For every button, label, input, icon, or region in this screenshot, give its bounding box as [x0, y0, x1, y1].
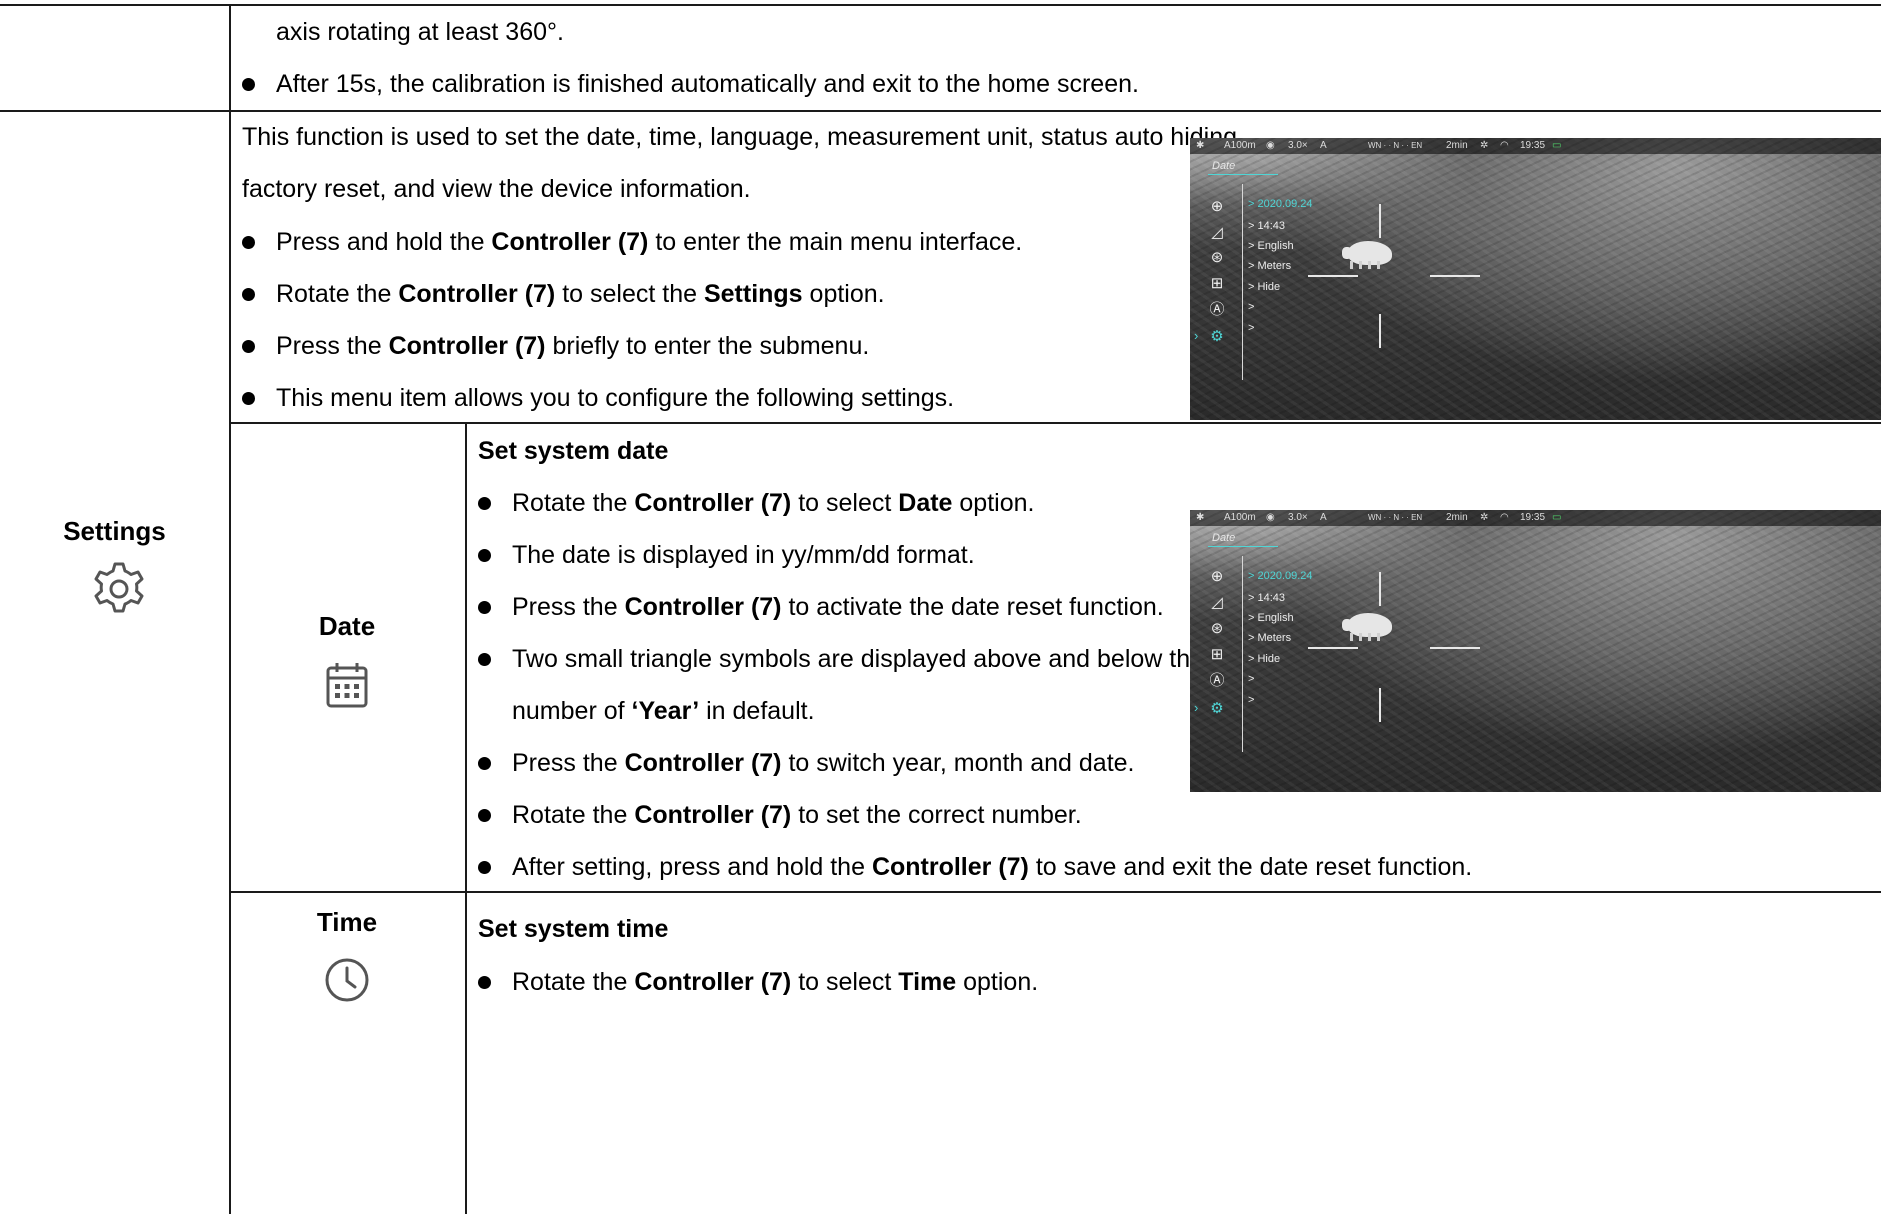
- date-bullet-4-line2: number of ‘Year’ in default.: [512, 697, 815, 725]
- device-screenshot-settings: ✱ A100m ◉ 3.0× A WN · · N · · EN 2min ✲ …: [1190, 138, 1881, 420]
- date-bullet-5: Press the Controller (7) to switch year,…: [512, 749, 1135, 777]
- date-heading: Set system date: [478, 437, 669, 465]
- menu-item-autohide: > Hide: [1248, 281, 1281, 293]
- clock-icon: [323, 956, 371, 1004]
- display-icon: ◿: [1211, 594, 1223, 611]
- menu-item-language: > English: [1248, 240, 1294, 252]
- settings-icon: ⚙: [1210, 328, 1224, 345]
- bullet: [478, 601, 491, 614]
- menu-item-autohide: > Hide: [1248, 653, 1281, 665]
- palette-icon: ⊛: [1210, 620, 1224, 637]
- column-divider: [465, 422, 467, 1214]
- bullet: [242, 392, 255, 405]
- bullet: [242, 340, 255, 353]
- gear-icon: [90, 560, 148, 618]
- date-label: Date: [318, 611, 376, 641]
- settings-bullet-1: Press and hold the Controller (7) to ent…: [276, 228, 1023, 256]
- boar-silhouette: [1342, 241, 1392, 269]
- boar-silhouette: [1342, 613, 1392, 641]
- menu-item-date: > 2020.09.24: [1248, 570, 1313, 582]
- pip-icon: ⊞: [1210, 646, 1224, 663]
- settings-intro-line2: factory reset, and view the device infor…: [242, 175, 751, 203]
- menu-item-reset: >: [1248, 301, 1255, 313]
- settings-bullet-4: This menu item allows you to configure t…: [276, 384, 955, 412]
- continuation-text: axis rotating at least 360°.: [276, 18, 564, 46]
- crosshair-icon: ⊕: [1210, 568, 1224, 585]
- device-screenshot-date: ✱ A100m ◉ 3.0× A WN · · N · · EN 2min ✲ …: [1190, 510, 1881, 792]
- menu-item-time: > 14:43: [1248, 592, 1286, 604]
- date-bullet-4-line1: Two small triangle symbols are displayed…: [512, 645, 1205, 673]
- menu-item-time: > 14:43: [1248, 220, 1286, 232]
- menu-item-info: >: [1248, 322, 1255, 334]
- crosshair-icon: ⊕: [1210, 198, 1224, 215]
- row-divider: [229, 891, 1881, 893]
- bullet: [478, 653, 491, 666]
- date-bullet-3: Press the Controller (7) to activate the…: [512, 593, 1164, 621]
- palette-icon: ⊛: [1210, 249, 1224, 266]
- bullet: [478, 861, 491, 874]
- bullet: [478, 549, 491, 562]
- bullet: [242, 236, 255, 249]
- settings-intro-line1: This function is used to set the date, t…: [242, 123, 1244, 151]
- column-divider: [229, 4, 231, 1214]
- menu-item-reset: >: [1248, 673, 1255, 685]
- bullet: [242, 78, 255, 91]
- date-bullet-6: Rotate the Controller (7) to set the cor…: [512, 801, 1082, 829]
- display-icon: ◿: [1211, 224, 1223, 241]
- submenu-title: Date: [1212, 532, 1236, 544]
- row-divider: [229, 422, 1881, 424]
- device-status-bar: ✱ A100m ◉ 3.0× A WN · · N · · EN 2min ✲ …: [1190, 510, 1881, 526]
- settings-bullet-2: Rotate the Controller (7) to select the …: [276, 280, 885, 308]
- row-divider: [0, 110, 1881, 112]
- date-bullet-2: The date is displayed in yy/mm/dd format…: [512, 541, 975, 569]
- bullet: [478, 976, 491, 989]
- date-bullet-7: After setting, press and hold the Contro…: [512, 853, 1473, 881]
- menu-item-unit: > Meters: [1248, 632, 1292, 644]
- bullet: [242, 288, 255, 301]
- device-status-bar: ✱ A100m ◉ 3.0× A WN · · N · · EN 2min ✲ …: [1190, 138, 1881, 154]
- menu-item-unit: > Meters: [1248, 260, 1292, 272]
- compass-icon: Ⓐ: [1209, 301, 1225, 318]
- menu-item-date: > 2020.09.24: [1248, 198, 1313, 210]
- date-bullet-1: Rotate the Controller (7) to select Date…: [512, 489, 1035, 517]
- settings-bullet-3: Press the Controller (7) briefly to ente…: [276, 332, 870, 360]
- menu-item-info: >: [1248, 694, 1255, 706]
- menu-item-language: > English: [1248, 612, 1294, 624]
- bullet: [478, 497, 491, 510]
- calibration-note: After 15s, the calibration is finished a…: [276, 70, 1139, 98]
- time-label: Time: [316, 907, 378, 937]
- submenu-title: Date: [1212, 160, 1236, 172]
- bullet: [478, 809, 491, 822]
- pip-icon: ⊞: [1210, 275, 1224, 292]
- settings-label: Settings: [63, 516, 166, 546]
- time-heading: Set system time: [478, 915, 669, 943]
- bullet: [478, 757, 491, 770]
- settings-icon: ⚙: [1210, 700, 1224, 717]
- calendar-icon: [324, 660, 370, 710]
- time-bullet-1: Rotate the Controller (7) to select Time…: [512, 968, 1039, 996]
- table-top-border: [0, 4, 1881, 6]
- compass-icon: Ⓐ: [1209, 672, 1225, 689]
